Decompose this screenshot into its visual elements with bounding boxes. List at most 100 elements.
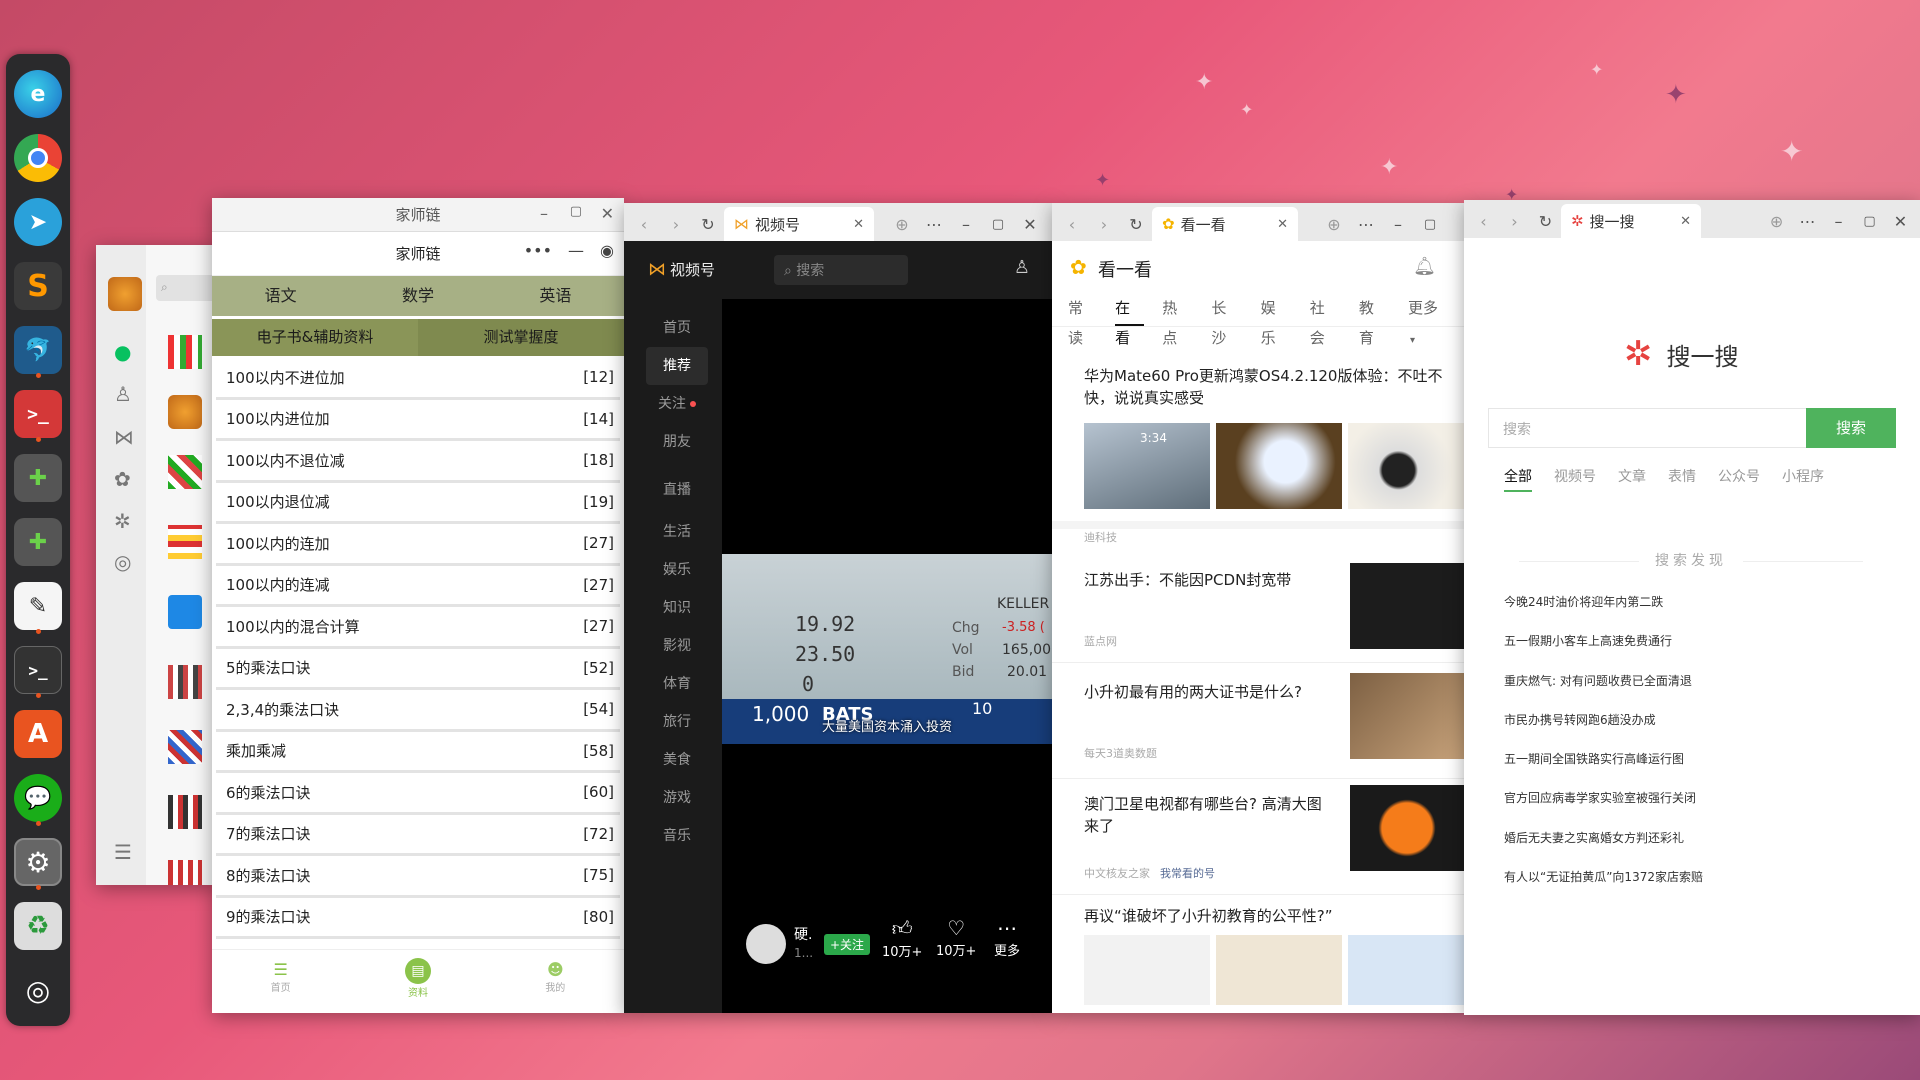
discover-item[interactable]: 重庆燃气: 对有问题收费已全面清退 xyxy=(1504,669,1884,708)
search-button[interactable]: 搜索 xyxy=(1806,408,1896,448)
category-tab[interactable]: 娱乐 xyxy=(1261,293,1290,347)
list-item[interactable]: 2,3,4的乘法口诀 [54] xyxy=(216,690,620,732)
forward-icon[interactable]: › xyxy=(1499,212,1530,231)
nav-item[interactable]: 关注 xyxy=(646,385,708,423)
moments-icon[interactable]: ◎ xyxy=(114,550,131,574)
maximize-icon[interactable]: ▢ xyxy=(982,217,1014,232)
chat-thumb[interactable] xyxy=(168,665,202,699)
close-icon[interactable]: ✕ xyxy=(1885,212,1916,231)
telegram-icon[interactable]: ➤ xyxy=(14,198,62,246)
category-tab[interactable]: 更多 ▾ xyxy=(1408,293,1444,346)
category-tab[interactable]: 热点 xyxy=(1162,293,1191,347)
nav-item[interactable]: 旅行 xyxy=(646,703,708,741)
nav-item[interactable]: 推荐 xyxy=(646,347,708,385)
nav-item[interactable]: 游戏 xyxy=(646,779,708,817)
nav-item[interactable]: 首页 xyxy=(646,309,708,347)
favorites-icon[interactable]: ✿ xyxy=(114,467,131,491)
discover-item[interactable]: 今晚24时油价将迎年内第二跌 xyxy=(1504,590,1884,629)
chat-thumb[interactable] xyxy=(168,455,202,489)
more-icon[interactable]: ⋯ xyxy=(1792,212,1823,231)
minimize-icon[interactable]: – xyxy=(950,215,982,234)
tab-tests[interactable]: 测试掌握度 xyxy=(418,319,624,356)
list-item[interactable]: 100以内不进位加 [12] xyxy=(216,358,620,400)
chat-thumb[interactable] xyxy=(168,860,202,885)
more-button[interactable]: ⋯ 更多 xyxy=(994,916,1020,959)
globe-icon[interactable]: ⊕ xyxy=(886,215,918,234)
source-tag[interactable]: 我常看的号 xyxy=(1160,865,1215,881)
chat-thumb[interactable] xyxy=(168,595,202,629)
category-tab[interactable]: 在看 xyxy=(1115,293,1145,347)
back-icon[interactable]: ‹ xyxy=(628,215,660,234)
nav-item[interactable]: 体育 xyxy=(646,665,708,703)
minimize-icon[interactable]: – xyxy=(1382,215,1414,234)
puzzle-app-icon[interactable]: ✚ xyxy=(14,454,62,502)
close-circle-icon[interactable]: ◉ xyxy=(600,241,614,260)
list-item[interactable]: 5的乘法口诀 [52] xyxy=(216,649,620,690)
list-item[interactable]: 9的乘法口诀 [80] xyxy=(216,898,620,939)
filter-tab[interactable]: 表情 xyxy=(1668,466,1696,492)
list-item[interactable]: 7的乘法口诀 [72] xyxy=(216,815,620,856)
author-name[interactable]: 硬. xyxy=(794,924,812,944)
back-icon[interactable]: ‹ xyxy=(1468,212,1499,231)
nav-me[interactable]: ☻ 我的 xyxy=(487,950,624,1013)
chat-thumb[interactable] xyxy=(168,730,202,764)
video-frame[interactable]: 19.92 23.50 0 KELLER Chg -3.58 ( Vol 165… xyxy=(722,554,1052,744)
discover-item[interactable]: 官方回应病毒学家实验室被强行关闭 xyxy=(1504,786,1884,825)
article-card[interactable]: 华为Mate60 Pro更新鸿蒙OS4.2.120版体验：不吐不快，说说真实感受… xyxy=(1052,353,1464,544)
settings-icon[interactable]: ⚙ xyxy=(14,838,62,886)
filter-tab[interactable]: 全部 xyxy=(1504,466,1532,492)
chat-thumb[interactable] xyxy=(168,395,202,429)
chat-thumb[interactable] xyxy=(168,795,202,829)
close-tab-icon[interactable]: ✕ xyxy=(853,217,864,232)
search-sparkle-icon[interactable]: ✲ xyxy=(114,509,131,533)
list-item[interactable]: 100以内的连加 [27] xyxy=(216,524,620,566)
refresh-icon[interactable]: ↻ xyxy=(1530,212,1561,231)
forward-icon[interactable]: › xyxy=(1088,215,1120,234)
sublime-text-icon[interactable]: S xyxy=(14,262,62,310)
wechat-icon[interactable]: 💬 xyxy=(14,774,62,822)
more-icon[interactable]: ⋯ xyxy=(1350,215,1382,234)
category-tab[interactable]: 长沙 xyxy=(1211,293,1240,347)
maximize-icon[interactable]: ▢ xyxy=(1414,217,1446,232)
list-item[interactable]: 100以内的连减 [27] xyxy=(216,566,620,607)
minimize-icon[interactable]: – xyxy=(540,204,548,223)
search-input[interactable]: 搜索 xyxy=(1488,408,1806,448)
search-input[interactable]: ⌕ 搜索 xyxy=(774,255,908,285)
category-tab[interactable]: 社会 xyxy=(1310,293,1339,347)
heart-button[interactable]: ♡ 10万+ xyxy=(936,916,976,959)
refresh-icon[interactable]: ↻ xyxy=(1120,215,1152,234)
close-tab-icon[interactable]: ✕ xyxy=(1277,217,1288,232)
follow-button[interactable]: +关注 xyxy=(824,934,871,955)
app-center-icon[interactable]: A xyxy=(14,710,62,758)
globe-icon[interactable]: ⊕ xyxy=(1761,212,1792,231)
article-card[interactable]: 江苏出手：不能因PCDN封宽带 蓝点网 xyxy=(1052,555,1464,663)
tab-math[interactable]: 数学 xyxy=(349,276,486,316)
channels-icon[interactable]: ⋈ xyxy=(114,425,134,449)
nav-item[interactable]: 生活 xyxy=(646,513,708,551)
nav-item[interactable]: 音乐 xyxy=(646,817,708,855)
discover-item[interactable]: 五一假期小客车上高速免费通行 xyxy=(1504,629,1884,668)
nav-item[interactable]: 美食 xyxy=(646,741,708,779)
tab-souyisou[interactable]: ✲ 搜一搜 ✕ xyxy=(1560,204,1702,238)
article-card[interactable]: 再议“谁破坏了小升初教育的公平性?” xyxy=(1052,903,1464,1013)
tab-ebooks[interactable]: 电子书&辅助资料 xyxy=(212,319,418,356)
list-item[interactable]: 100以内退位减 [19] xyxy=(216,483,620,524)
category-tab[interactable]: 教育 xyxy=(1359,293,1388,347)
text-editor-icon[interactable]: ✎ xyxy=(14,582,62,630)
list-item[interactable]: 100以内的混合计算 [27] xyxy=(216,607,620,649)
filter-tab[interactable]: 小程序 xyxy=(1782,466,1824,492)
edge-icon[interactable]: e xyxy=(14,70,62,118)
terminal-red-icon[interactable]: >_ xyxy=(14,390,62,438)
like-button[interactable]: 👍︎ 10万+ xyxy=(882,916,922,960)
tab-kanyikan[interactable]: ✿ 看一看 ✕ xyxy=(1152,207,1298,241)
puzzle-app-icon[interactable]: ✚ xyxy=(14,518,62,566)
more-icon[interactable]: ⋯ xyxy=(918,215,950,234)
tab-english[interactable]: 英语 xyxy=(487,276,624,316)
minimize-icon[interactable]: — xyxy=(568,241,584,260)
list-item[interactable]: 100以内不退位减 [18] xyxy=(216,441,620,483)
search-icon[interactable]: ⌕ xyxy=(156,275,216,301)
avatar[interactable] xyxy=(746,924,786,964)
discover-item[interactable]: 五一期间全国铁路实行高峰运行图 xyxy=(1504,747,1884,786)
filter-tab[interactable]: 文章 xyxy=(1618,466,1646,492)
contacts-icon[interactable]: ♙ xyxy=(114,382,132,406)
